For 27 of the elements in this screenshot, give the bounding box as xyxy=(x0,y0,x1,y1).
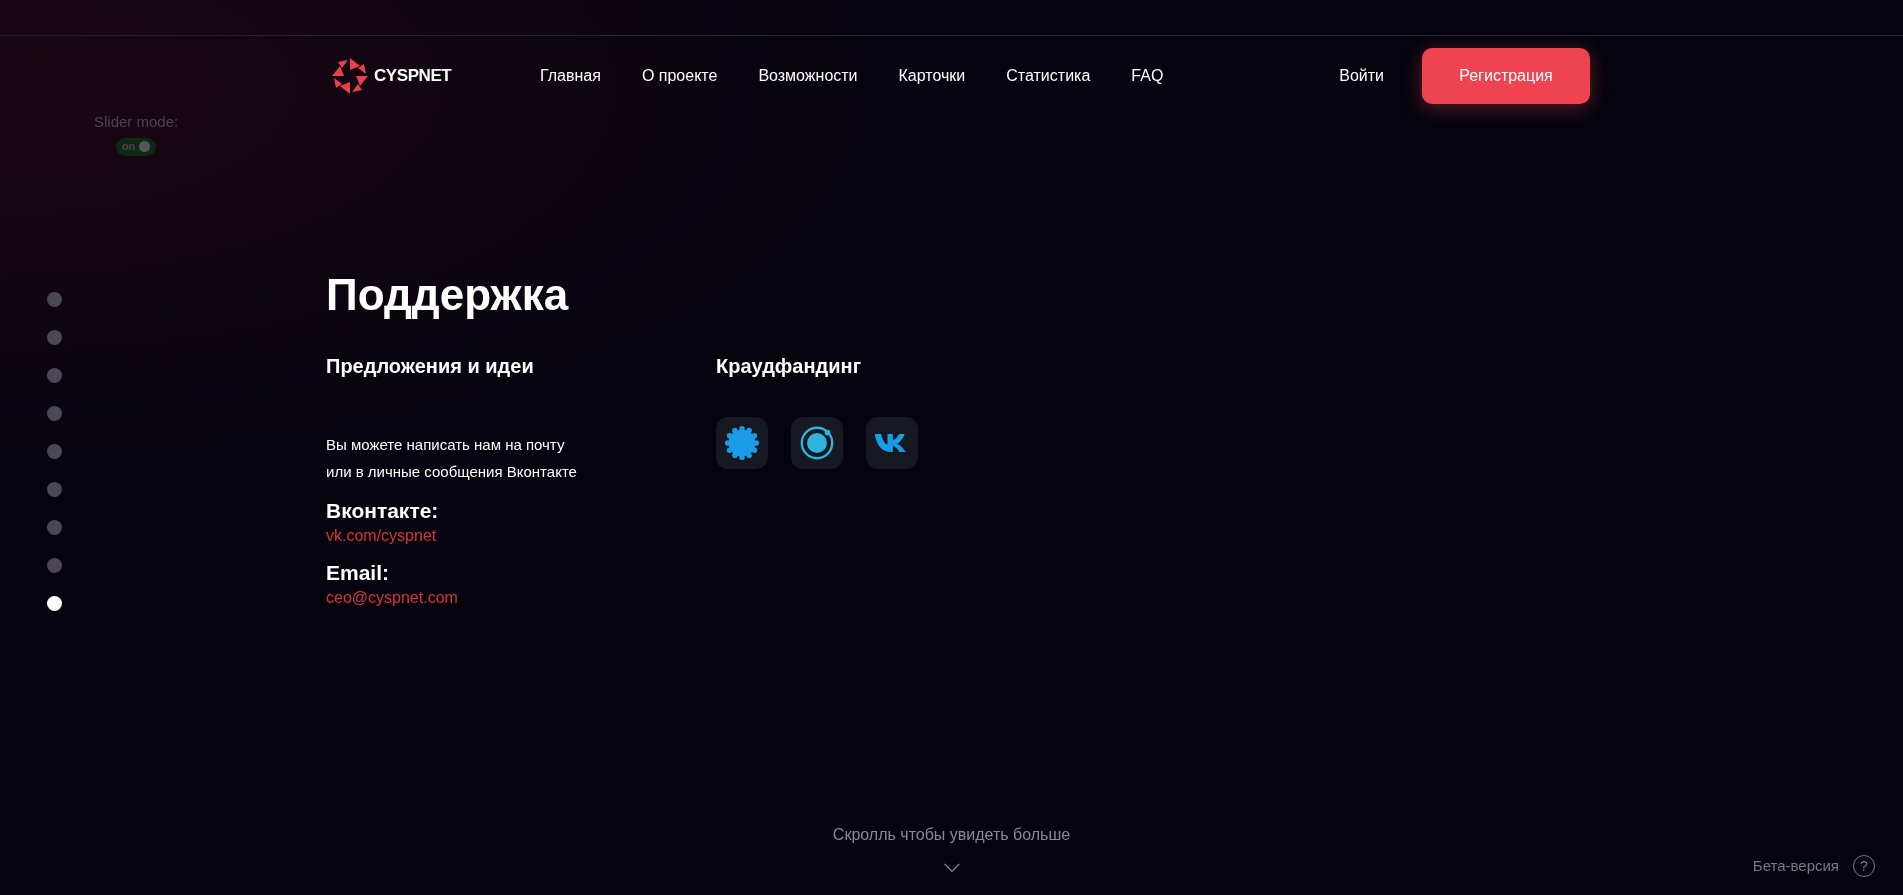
scroll-hint: Скролль чтобы увидеть больше xyxy=(832,825,1071,845)
nav-link[interactable]: Карточки xyxy=(898,64,966,88)
nav-link[interactable]: О проекте xyxy=(641,64,718,88)
nav-link[interactable]: Возможности xyxy=(758,64,858,88)
contact-label: Вконтакте: xyxy=(326,498,440,524)
ring-icon xyxy=(798,424,836,462)
beta-label: Бета-версия xyxy=(1752,856,1839,876)
logo-text: CYSPNET xyxy=(374,65,452,88)
gear-icon xyxy=(724,425,760,461)
logo-icon xyxy=(330,56,370,96)
crowdfunding-link[interactable] xyxy=(791,417,843,469)
contact-label: Email: xyxy=(326,560,391,586)
chevron-down-icon xyxy=(942,863,961,873)
nav-link[interactable]: Статистика xyxy=(1006,64,1091,88)
column-heading: Предложения и идеи xyxy=(326,354,535,379)
nav-link[interactable]: Главная xyxy=(540,64,601,88)
slider-mode-label: Slider mode: xyxy=(94,112,179,132)
section-title: Поддержка xyxy=(326,273,570,317)
crowdfunding-link[interactable] xyxy=(866,417,918,469)
register-button[interactable]: Регистрация xyxy=(1422,48,1590,104)
contact-link[interactable]: ceo@cyspnet.com xyxy=(326,587,716,609)
column-heading: Краудфандинг xyxy=(716,354,862,379)
nav-link[interactable]: FAQ xyxy=(1131,64,1164,88)
contact-link[interactable]: vk.com/cyspnet xyxy=(326,525,716,547)
login-link[interactable]: Войти xyxy=(1339,64,1384,88)
contact-description: Вы можете написать нам на почту или в личные сообщения Вконтакте xyxy=(326,435,578,482)
crowdfunding-link[interactable] xyxy=(716,417,768,469)
